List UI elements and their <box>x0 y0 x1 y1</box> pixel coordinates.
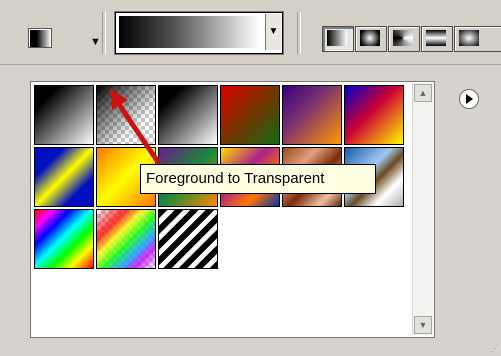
tool-preset-picker[interactable]: ▼ <box>18 22 101 54</box>
reflected-gradient-icon <box>426 30 446 46</box>
radial-gradient-button[interactable] <box>355 26 387 52</box>
swatch-red-green[interactable] <box>220 85 280 145</box>
swatch-transparent-rainbow[interactable] <box>96 209 156 269</box>
swatch-blue-yellow-blue[interactable] <box>34 147 94 207</box>
angle-gradient-button[interactable] <box>388 26 420 52</box>
annotation-arrow-icon <box>110 88 161 165</box>
picker-scrollbar[interactable]: ▲ ▼ <box>412 83 433 335</box>
scroll-up-icon[interactable]: ▲ <box>414 84 432 102</box>
toolbar-divider <box>297 12 301 54</box>
reflected-gradient-button[interactable] <box>421 26 453 52</box>
linear-gradient-button[interactable] <box>322 26 354 52</box>
linear-gradient-icon <box>327 30 347 46</box>
panel-menu-button[interactable] <box>459 89 479 109</box>
gradient-preview[interactable] <box>119 16 259 48</box>
diamond-gradient-icon <box>459 30 479 46</box>
gradient-dropdown-button[interactable]: ▼ <box>265 14 281 50</box>
chevron-down-icon[interactable]: ▼ <box>90 36 101 48</box>
swatch-foreground-to-background[interactable] <box>34 85 94 145</box>
gradient-picker[interactable]: ▼ <box>115 12 283 54</box>
swatch-spectrum[interactable] <box>34 209 94 269</box>
swatch-tooltip: Foreground to Transparent <box>140 164 376 194</box>
angle-gradient-icon <box>393 30 413 46</box>
radial-gradient-icon <box>360 30 380 46</box>
swatch-blue-red-yellow[interactable] <box>344 85 404 145</box>
toolbar-divider <box>102 12 106 54</box>
options-bar: ▼ ▼ <box>0 0 501 65</box>
gradient-tool-icon <box>28 28 52 48</box>
swatch-transparent-stripes[interactable] <box>158 209 218 269</box>
swatch-violet-orange[interactable] <box>282 85 342 145</box>
panel-menu-icon <box>466 94 473 104</box>
gradient-picker-panel: ▲ ▼ <box>30 81 435 338</box>
resize-grip-icon[interactable]: ⋰ <box>490 343 499 354</box>
scroll-down-icon[interactable]: ▼ <box>414 316 432 334</box>
diamond-gradient-button[interactable] <box>454 26 501 52</box>
